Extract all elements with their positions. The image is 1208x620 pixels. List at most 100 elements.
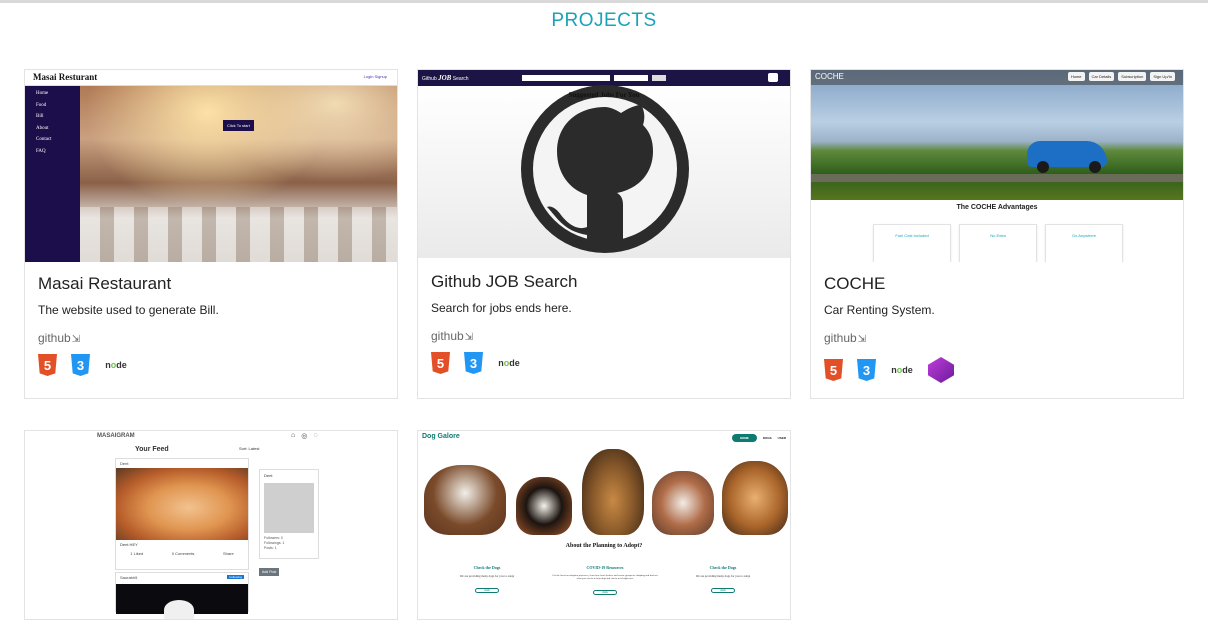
screenshot-nav-item: DOGS (762, 436, 772, 440)
sidebar-item: FAQ (36, 148, 46, 154)
github-octocat-logo (521, 85, 689, 253)
screenshot-nav-item: Car Details (1088, 72, 1115, 81)
project-screenshot[interactable]: Dog Galore HOME DOGS USER About the Plan… (418, 431, 790, 619)
avatar (264, 483, 314, 533)
screenshot-navbar: Github JOB Search (418, 70, 790, 86)
html5-icon: 5 (38, 354, 57, 376)
github-link[interactable]: github⇲ (431, 329, 473, 343)
screenshot-search-button (652, 75, 666, 81)
screenshot-brand: COCHE (815, 72, 844, 81)
project-screenshot[interactable]: Github JOB Search Suggested Jobs For You (418, 70, 790, 258)
screenshot-navbar: Dog Galore HOME DOGS USER (418, 431, 790, 445)
home-icon: ⌂ (291, 432, 296, 439)
project-card-github-job-search: Github JOB Search Suggested Jobs For You… (417, 69, 791, 399)
screenshot-profile-card: Dent Followers: 0 Followings: 1 Posts: 1 (259, 469, 319, 559)
screenshot-nav-item: USER (777, 436, 786, 440)
external-link-icon: ⇲ (464, 332, 474, 343)
post-action: Share (223, 551, 234, 556)
compass-icon: ◎ (301, 433, 308, 440)
project-card-dog-galore: Dog Galore HOME DOGS USER About the Plan… (417, 430, 791, 620)
project-title: Masai Restaurant (38, 274, 172, 293)
project-screenshot[interactable]: Masai Resturant Login Signup Home Food B… (25, 70, 397, 262)
screenshot-search-input (522, 75, 610, 81)
project-title: COCHE (824, 274, 886, 293)
screenshot-start-button: Click To start (223, 120, 254, 131)
tech-stack: 5 3 node (38, 354, 128, 376)
screenshot-nav-item: HOME (731, 434, 757, 442)
html5-icon: 5 (824, 359, 843, 381)
kitten-photo (116, 468, 248, 540)
screenshot-avatar (768, 73, 778, 82)
profile-name: Dent (264, 473, 273, 478)
post-action: 0 Comments (171, 551, 195, 556)
sidebar-item: Food (36, 102, 47, 108)
advantage-box: Go Anywhere (1045, 224, 1123, 262)
advantage-box: Fuel Cost Included (873, 224, 951, 262)
dogs-photo (418, 449, 790, 535)
gem-icon (928, 357, 954, 383)
post-user: Dent (120, 461, 129, 466)
sidebar-item: Contact (36, 137, 52, 142)
nodejs-icon: node (498, 358, 520, 368)
screenshot-brand: MASAIGRAM (97, 433, 135, 439)
screenshot-brand: Masai Resturant (33, 72, 98, 82)
post-caption: Dent HEY (120, 542, 138, 547)
screenshot-navbar: COCHE Home Car Details Subscription Sign… (811, 70, 1183, 85)
nodejs-icon: node (891, 365, 913, 375)
css3-icon: 3 (464, 352, 483, 374)
post-action: 1 Liked (130, 551, 144, 556)
info-column: Check the Dogs We are providing many dog… (695, 565, 751, 593)
screenshot-feed-title: Your Feed (135, 446, 169, 453)
project-description: The website used to generate Bill. (38, 303, 219, 317)
screenshot-navbar: Masai Resturant Login Signup (25, 70, 397, 86)
screenshot-location-input (614, 75, 648, 81)
info-column: COVID-19 Resources Get the latest on ado… (552, 565, 658, 595)
user-icon: ◌ (313, 432, 318, 439)
github-link[interactable]: github⇲ (824, 331, 866, 345)
project-screenshot[interactable]: MASAIGRAM ⌂ ◎ ◌ Your Feed Sort: Latest Den… (25, 431, 397, 619)
screenshot-nav-item: Subscription (1118, 72, 1147, 81)
screenshot-post: Saurabh5 Following (115, 572, 249, 619)
screenshot-heading: Suggested Jobs For You (568, 91, 640, 99)
project-card-coche: COCHE Home Car Details Subscription Sign… (810, 69, 1184, 399)
github-link-label: github (38, 331, 71, 345)
screenshot-sort: Sort: Latest (239, 446, 260, 451)
top-border (0, 0, 1208, 3)
css3-icon: 3 (857, 359, 876, 381)
tech-stack: 5 3 node (431, 352, 521, 374)
screenshot-nav-links: Login Signup (363, 74, 387, 79)
post-tag: Following (227, 575, 244, 579)
advantage-box: No Extra (959, 224, 1037, 262)
screenshot-brand: Github JOB Search (422, 74, 469, 82)
project-card-masai-restaurant: Masai Resturant Login Signup Home Food B… (24, 69, 398, 399)
project-screenshot[interactable]: COCHE Home Car Details Subscription Sign… (811, 70, 1183, 262)
restaurant-photo (80, 86, 397, 262)
screenshot-nav-item: Sign Up/In (1150, 72, 1175, 81)
info-column: Check the Dogs We are providing many dog… (459, 565, 515, 593)
screenshot-nav-item: Home (1067, 72, 1085, 81)
screenshot-add-post-button: Add Post (259, 568, 280, 576)
project-card-masaigram: MASAIGRAM ⌂ ◎ ◌ Your Feed Sort: Latest Den… (24, 430, 398, 620)
project-description: Search for jobs ends here. (431, 301, 572, 315)
screenshot-brand: Dog Galore (422, 433, 460, 440)
nodejs-icon: node (105, 360, 127, 370)
screenshot-post: Dent Dent HEY 1 Liked 0 Comments Share (115, 458, 249, 570)
project-title: Github JOB Search (431, 272, 578, 291)
screenshot-heading: The COCHE Advantages (956, 204, 1038, 211)
html5-icon: 5 (431, 352, 450, 374)
post-user: Saurabh5 (120, 575, 138, 580)
section-title: PROJECTS (551, 10, 657, 31)
sidebar-item: About (36, 125, 49, 131)
external-link-icon: ⇲ (71, 334, 81, 345)
tech-stack: 5 3 node (824, 357, 954, 383)
project-description: Car Renting System. (824, 303, 935, 317)
external-link-icon: ⇲ (857, 334, 867, 345)
screenshot-heading: About the Planning to Adopt? (565, 543, 643, 549)
github-link[interactable]: github⇲ (38, 331, 80, 345)
screenshot-navbar: MASAIGRAM ⌂ ◎ ◌ (25, 431, 397, 441)
screenshot-sidebar: Home Food Bill About Contact FAQ (25, 86, 80, 262)
sidebar-item: Home (36, 91, 49, 96)
github-link-label: github (431, 329, 464, 343)
sidebar-item: Bill (36, 114, 44, 119)
css3-icon: 3 (71, 354, 90, 376)
